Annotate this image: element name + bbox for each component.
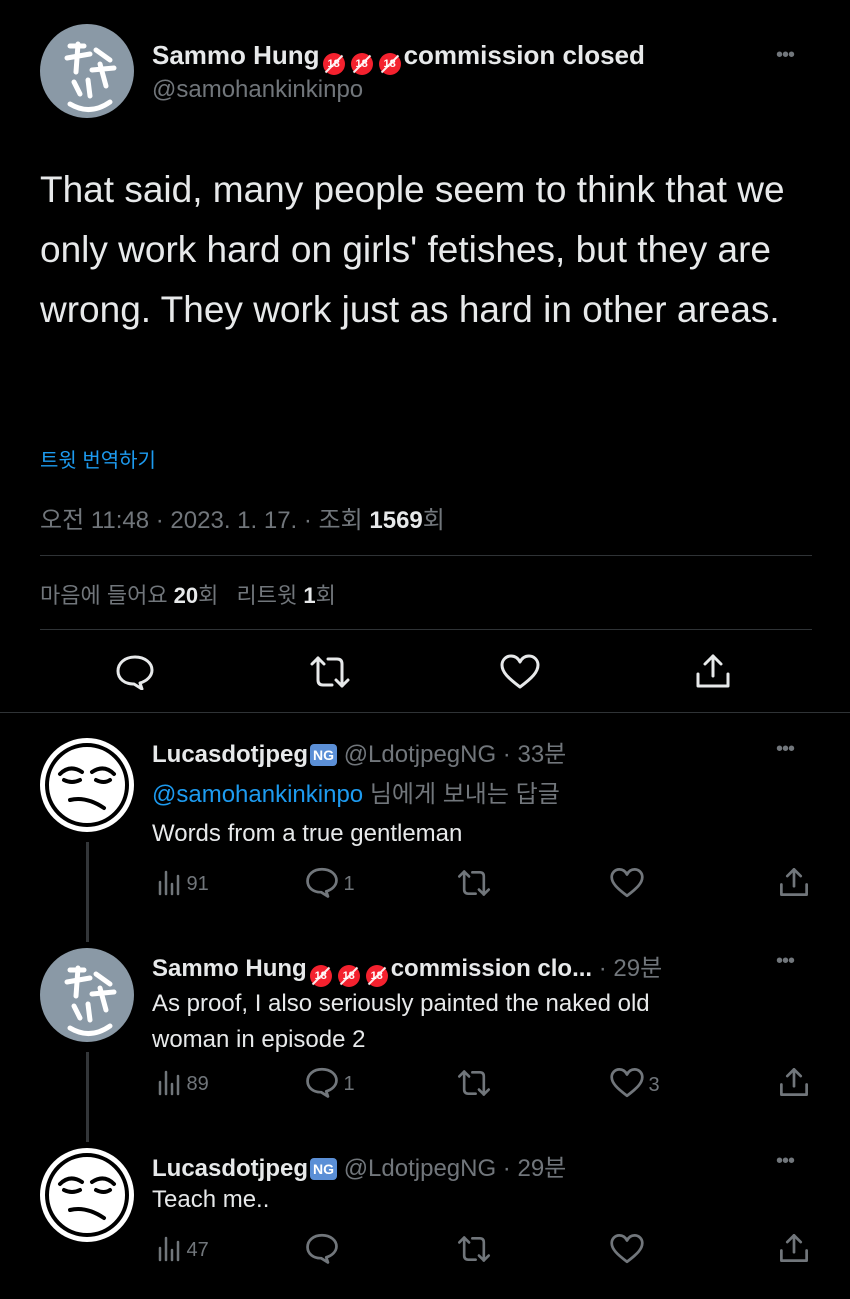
reply-text-line: woman in episode 2 [152, 1026, 366, 1053]
timestamp-text[interactable]: 오전 11:48 · 2023. 1. 17. · 조회 [40, 507, 369, 534]
retweet-icon [457, 1236, 491, 1262]
like-icon [610, 868, 644, 898]
reply-icon [306, 1067, 338, 1098]
reply-icon[interactable] [115, 654, 155, 690]
share-icon [780, 1234, 808, 1262]
adult-badge-icon: 18 [350, 53, 373, 75]
reply-header: Lucasdotjpeg NG @LdotjpegNG · 33분 [152, 734, 566, 769]
retweets-stat[interactable]: 리트윗 1회 [237, 583, 336, 608]
timestamp[interactable]: · 33분 [496, 741, 566, 768]
display-name[interactable]: Lucasdotjpeg [152, 741, 308, 768]
reply-text: Teach me.. [152, 1186, 270, 1213]
retweet-action[interactable] [456, 1068, 492, 1103]
share-icon [780, 1068, 808, 1096]
handle[interactable]: @LdotjpegNG [344, 1155, 496, 1182]
reply-text: Words from a true gentleman [152, 820, 463, 847]
retweet-icon [457, 1070, 491, 1096]
timestamp[interactable]: · 29분 [592, 955, 662, 982]
like-action[interactable]: 3 [610, 1067, 660, 1099]
reply-icon [306, 1233, 338, 1264]
avatar-lucasdotjpeg[interactable] [40, 1148, 134, 1242]
author-handle[interactable]: @samohankinkinpo [152, 76, 363, 104]
likes-stat[interactable]: 마음에 들어요 20회 [40, 583, 218, 608]
share-action[interactable] [778, 1066, 810, 1103]
more-options-icon[interactable]: ••• [776, 950, 795, 973]
like-action[interactable] [610, 1233, 644, 1270]
ng-badge: NG [310, 744, 338, 766]
reply-header: Lucasdotjpeg NG @LdotjpegNG · 29분 [152, 1148, 566, 1183]
adult-badge-icon: 18 [378, 53, 401, 75]
reply-action[interactable]: 1 [305, 1066, 355, 1098]
adult-badge-icon: 18 [309, 965, 332, 987]
timestamp[interactable]: · 29분 [496, 1155, 566, 1182]
retweet-icon[interactable] [308, 654, 352, 690]
thread-line [86, 842, 89, 942]
more-options-icon[interactable]: ••• [776, 44, 795, 67]
views-unit: 회 [422, 507, 445, 534]
name-suffix: commission closed [403, 40, 645, 70]
reply-to-label: 님에게 보내는 답글 [363, 781, 560, 808]
like-icon [610, 1234, 644, 1264]
share-icon[interactable] [694, 652, 732, 690]
reply-to-line: @samohankinkinpo 님에게 보내는 답글 [152, 774, 560, 809]
tweet-timestamp: 오전 11:48 · 2023. 1. 17. · 조회 1569회 [40, 500, 445, 535]
thread-line [86, 1052, 89, 1142]
views-icon [158, 1236, 180, 1262]
reply-to-handle[interactable]: @samohankinkinpo [152, 781, 363, 808]
likes-count: 20 [173, 583, 199, 608]
retweets-count: 1 [303, 583, 316, 608]
share-action[interactable] [778, 866, 810, 903]
views-stat[interactable]: 89 [156, 1068, 209, 1096]
reply-action[interactable]: 1 [305, 866, 355, 898]
like-action[interactable] [610, 867, 644, 904]
ng-badge: NG [310, 1158, 338, 1180]
views-stat[interactable]: 47 [156, 1234, 209, 1262]
views-stat[interactable]: 91 [156, 868, 209, 896]
name-suffix: commission clo... [390, 955, 593, 982]
reply-text: As proof, I also seriously painted the n… [152, 986, 650, 1058]
translate-tweet-link[interactable]: 트윗 번역하기 [40, 444, 156, 473]
display-name[interactable]: Sammo Hung [152, 955, 307, 982]
views-icon [158, 1070, 180, 1096]
share-action[interactable] [778, 1232, 810, 1269]
adult-badge-icon: 18 [365, 965, 388, 987]
reply-text-line: As proof, I also seriously painted the n… [152, 990, 650, 1017]
share-icon [780, 868, 808, 896]
views-icon [158, 870, 180, 896]
retweet-icon [457, 870, 491, 896]
retweet-action[interactable] [456, 868, 492, 903]
avatar-sammo-hung[interactable] [40, 24, 134, 118]
adult-badge-icon: 18 [337, 965, 360, 987]
display-name[interactable]: Sammo Hung [152, 40, 320, 70]
more-options-icon[interactable]: ••• [776, 1150, 795, 1173]
tweet-text: That said, many people seem to think tha… [40, 169, 785, 330]
divider [40, 555, 812, 556]
reply-action[interactable] [305, 1232, 339, 1269]
more-options-icon[interactable]: ••• [776, 738, 795, 761]
retweet-action[interactable] [456, 1234, 492, 1269]
handle[interactable]: @LdotjpegNG [344, 741, 496, 768]
like-icon [610, 1068, 644, 1098]
like-icon[interactable] [500, 654, 540, 690]
adult-badge-icon: 18 [322, 53, 345, 75]
engagement-stats: 마음에 들어요 20회 리트윗 1회 [40, 578, 336, 610]
reply-header: Sammo Hung 18 18 18 commission clo... · 29분 [152, 948, 662, 987]
display-name[interactable]: Lucasdotjpeg [152, 1155, 308, 1182]
reply-icon [306, 867, 338, 898]
avatar-lucasdotjpeg[interactable] [40, 738, 134, 832]
avatar-sammo-hung[interactable] [40, 948, 134, 1042]
author-name[interactable]: Sammo Hung 18 18 18 commission closed [152, 40, 645, 75]
views-count: 1569 [369, 507, 423, 534]
divider [0, 712, 850, 713]
divider [40, 629, 812, 630]
